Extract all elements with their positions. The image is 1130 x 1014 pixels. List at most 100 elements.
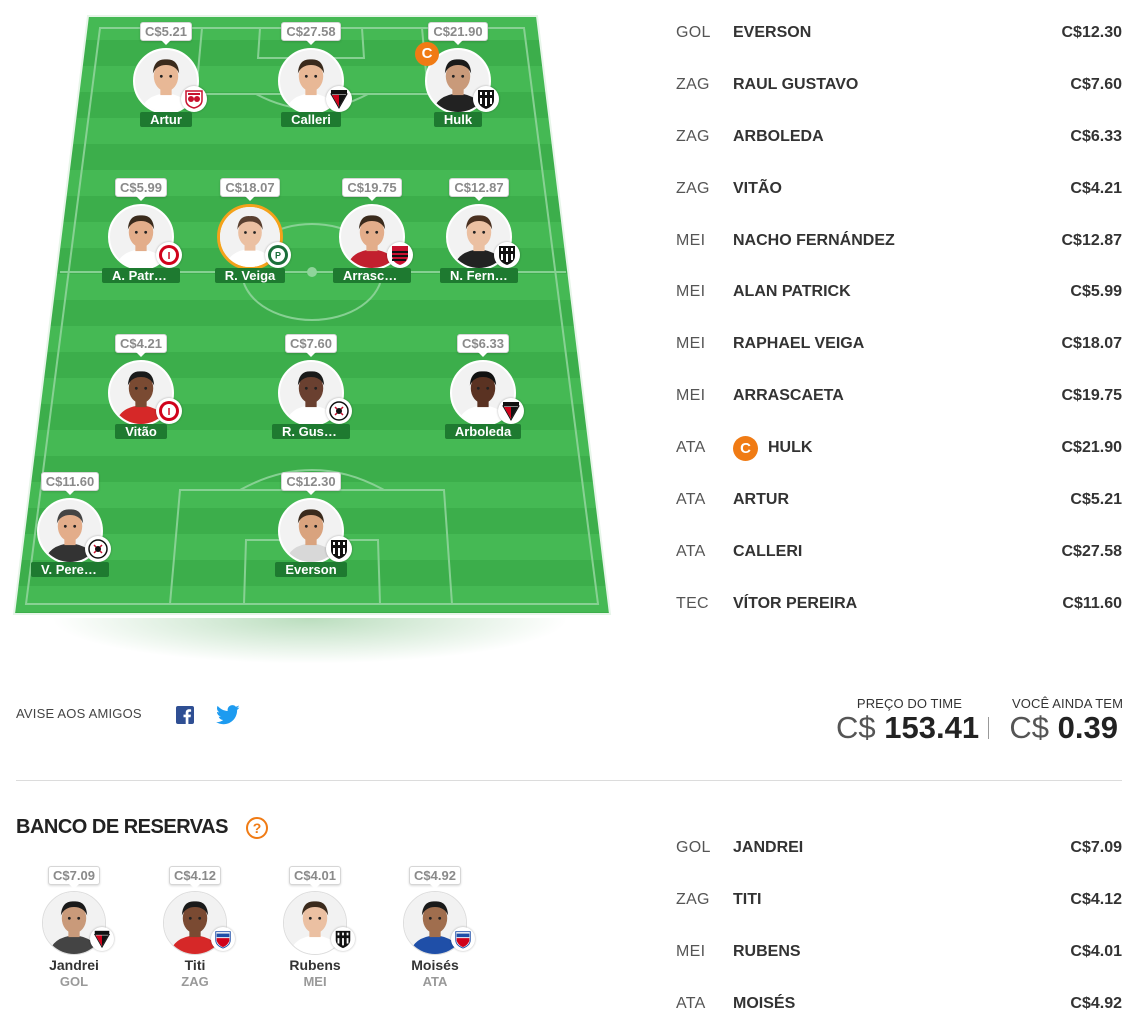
list-item[interactable]: ZAG RAUL GUSTAVO C$7.60 [676,59,1122,111]
player-price-tag: C$7.09 [48,866,100,889]
svg-text:I: I [168,407,171,418]
bench-player-card[interactable]: C$7.09 Jandrei GOL [24,866,124,991]
player-full-name-text: MOISÉS [733,994,796,1012]
bench-player-card[interactable]: C$4.01 Rubens MEI [265,866,365,991]
position-label: MEI [676,283,706,301]
field-player-a-patrick[interactable]: C$5.99 I A. Patrick [81,178,201,288]
player-full-name: C HULK [733,435,1062,461]
list-item[interactable]: ZAG TITI C$4.12 [676,874,1122,926]
position-label: ZAG [676,890,710,908]
player-full-name-text: CALLERI [733,542,803,560]
player-price: C$7.09 [1070,838,1122,856]
field-player-everson[interactable]: C$12.30 Everson [251,472,371,582]
facebook-icon[interactable] [176,706,194,724]
player-full-name: ARTUR [733,491,1070,509]
player-price: C$6.33 [1070,127,1122,145]
field-player-arboleda[interactable]: C$6.33 Arboleda [423,334,543,444]
captain-icon: C [733,435,758,461]
field-player-hulk[interactable]: C$21.90 C Hulk [398,22,518,132]
bench-player-name: Rubens [289,957,341,973]
player-name: Vitão [115,424,167,439]
list-item[interactable]: MEI NACHO FERNÁNDEZ C$12.87 [676,215,1122,267]
field-player-arrascaeta[interactable]: C$19.75 Arrascae... [312,178,432,288]
bench-player-name: Titi [184,957,206,973]
bench-player-card[interactable]: C$4.92 Moisés ATA [385,866,485,991]
player-price: C$12.87 [1061,231,1123,249]
list-item[interactable]: GOL JANDREI C$7.09 [676,822,1122,874]
player-avatar-box [339,204,413,270]
player-price: C$18.07 [1061,335,1123,353]
list-item[interactable]: GOL EVERSON C$12.30 [676,7,1122,59]
field-player-n-fernandez[interactable]: C$12.87 N. Ferná... [419,178,539,288]
list-item[interactable]: TEC VÍTOR PEREIRA C$11.60 [676,578,1122,630]
bench-player-name: Jandrei [49,957,99,973]
twitter-icon[interactable] [216,705,240,725]
player-price-tag: C$5.99 [115,178,167,201]
position-label: TEC [676,594,709,612]
position-label: ZAG [676,127,710,145]
player-full-name: MOISÉS [733,995,1070,1013]
player-full-name: RUBENS [733,943,1070,961]
player-avatar-box [278,498,352,564]
list-item[interactable]: ZAG ARBOLEDA C$6.33 [676,111,1122,163]
player-full-name-text: RAPHAEL VEIGA [733,335,865,353]
list-item[interactable]: ATA MOISÉS C$4.92 [676,978,1122,1014]
bench-list: GOL JANDREI C$7.09 ZAG TITI C$4.12 MEI RUBENS C$… [676,822,1122,1014]
captain-icon: C [415,42,439,66]
field-player-artur[interactable]: C$5.21 Artur [106,22,226,132]
team-price-value: C$ 153.41 [836,710,979,745]
player-full-name-text: ALAN PATRICK [733,283,851,301]
flamengo-crest-icon [387,242,413,268]
list-item[interactable]: ZAG VITÃO C$4.21 [676,163,1122,215]
team-price-currency: C$ [836,710,876,745]
field-player-r-gustavo[interactable]: C$7.60 R. Gustavo [251,334,371,444]
list-item[interactable]: ATA CALLERI C$27.58 [676,526,1122,578]
field-player-vitao[interactable]: C$4.21 I Vitão [81,334,201,444]
player-name: R. Veiga [214,268,286,283]
share-label: AVISE AOS AMIGOS [16,706,142,721]
field-player-v-pereira[interactable]: C$11.60 V. Pereira [10,472,130,582]
player-full-name-text: EVERSON [733,23,812,41]
player-full-name-text: HULK [768,439,813,457]
position-label: MEI [676,231,706,249]
player-full-name: TITI [733,891,1070,909]
player-price: C$21.90 [1061,439,1123,457]
bench-player-position: ATA [422,974,448,989]
player-price: C$4.12 [1070,890,1122,908]
player-price-tag: C$4.01 [289,866,341,889]
player-full-name-text: NACHO FERNÁNDEZ [733,231,895,249]
list-item[interactable]: MEI ARRASCAETA C$19.75 [676,370,1122,422]
bench-title: BANCO DE RESERVAS [16,816,228,838]
player-price-tag: C$4.12 [169,866,221,889]
fortaleza-crest-icon [211,927,235,951]
player-full-name: RAPHAEL VEIGA [733,335,1062,353]
remaining-block: VOCÊ AINDA TEM C$ 0.39 [996,696,1123,745]
field-player-r-veiga[interactable]: C$18.07 P R. Veiga [190,178,310,288]
player-price: C$19.75 [1061,387,1123,405]
list-item[interactable]: MEI RUBENS C$4.01 [676,926,1122,978]
player-full-name-text: VITÃO [733,179,782,197]
list-item[interactable]: MEI ALAN PATRICK C$5.99 [676,266,1122,318]
position-label: GOL [676,838,711,856]
player-full-name-text: JANDREI [733,838,804,856]
list-item[interactable]: ATA C HULK C$21.90 [676,422,1122,474]
team-price-block: PREÇO DO TIME C$ 153.41 [836,696,979,745]
player-price-tag: C$5.21 [140,22,192,45]
position-label: MEI [676,387,706,405]
help-icon[interactable]: ? [246,817,268,839]
bragantino-crest-icon [181,86,207,112]
field-player-calleri[interactable]: C$27.58 Calleri [251,22,371,132]
position-label: MEI [676,335,706,353]
player-price-tag: C$4.21 [115,334,167,357]
player-price-tag: C$27.58 [281,22,341,45]
remaining-currency: C$ [1009,710,1050,745]
list-item[interactable]: MEI RAPHAEL VEIGA C$18.07 [676,318,1122,370]
player-price-tag: C$12.30 [281,472,341,495]
list-item[interactable]: ATA ARTUR C$5.21 [676,474,1122,526]
player-price-tag: C$4.92 [409,866,461,889]
sao-paulo-crest-icon [326,86,352,112]
player-avatar-box [163,891,235,955]
team-price-number: 153.41 [884,710,980,745]
player-price-tag: C$6.33 [457,334,509,357]
bench-player-card[interactable]: C$4.12 Titi ZAG [145,866,245,991]
